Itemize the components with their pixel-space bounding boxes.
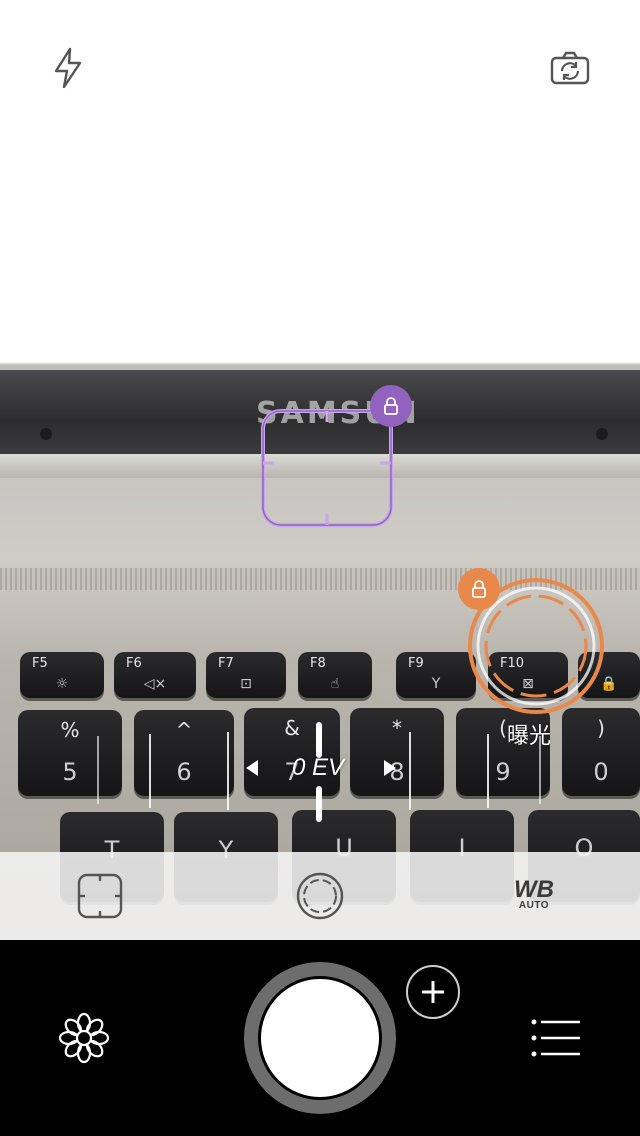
key-0: ) 0	[562, 708, 640, 796]
flower-icon	[58, 1012, 110, 1064]
flash-icon	[54, 47, 82, 89]
switch-camera-icon	[550, 51, 590, 85]
ev-current-marker[interactable]	[316, 786, 322, 822]
ev-value: 0 EV	[292, 754, 345, 781]
ev-decrease-arrow[interactable]	[246, 760, 258, 776]
focus-frame-icon	[77, 873, 123, 919]
plus-icon	[422, 981, 444, 1003]
ev-increase-arrow[interactable]	[384, 760, 396, 776]
shutter-inner	[258, 976, 382, 1100]
ev-tick	[227, 732, 229, 810]
key-8: * 8	[350, 708, 444, 796]
lock-icon	[472, 580, 486, 598]
focus-frame[interactable]	[260, 408, 394, 528]
ev-tick	[539, 736, 541, 804]
ev-current-marker[interactable]	[316, 722, 322, 758]
key-f6: F6 ◁×	[114, 652, 196, 698]
filter-button[interactable]	[58, 1012, 110, 1064]
mode-bar: WB AUTO	[0, 852, 640, 940]
exposure-circle-icon	[296, 872, 344, 920]
ev-tick	[97, 736, 99, 804]
menu-icon	[531, 1019, 580, 1057]
lock-icon	[384, 397, 398, 415]
ev-tick	[149, 734, 151, 808]
key-7: & 7	[244, 708, 340, 796]
exposure-label: 曝光	[507, 723, 552, 748]
exposure-lock-button[interactable]	[458, 568, 500, 610]
add-button[interactable]	[406, 965, 460, 1019]
bezel-dot	[40, 428, 52, 440]
key-f5: F5 ☼	[20, 652, 104, 698]
white-balance-button[interactable]: WB AUTO	[506, 870, 562, 922]
ev-tick	[487, 734, 489, 808]
menu-button[interactable]	[530, 1016, 582, 1060]
wb-sub-label: AUTO	[518, 900, 550, 911]
key-f9: F9 Y	[396, 652, 476, 698]
focus-lock-button[interactable]	[370, 385, 412, 427]
wb-label: WB AUTO	[514, 876, 554, 912]
key-f7: F7 ⊡	[206, 652, 286, 698]
ev-tick	[409, 732, 411, 810]
key-5: % 5	[18, 710, 122, 796]
focus-mode-button[interactable]	[74, 870, 126, 922]
exposure-mode-button[interactable]	[294, 870, 346, 922]
bezel-dot	[596, 428, 608, 440]
key-f8: F8 ☝	[298, 652, 372, 698]
shutter-button[interactable]	[244, 962, 396, 1114]
flash-button[interactable]	[46, 46, 90, 90]
switch-camera-button[interactable]	[548, 46, 592, 90]
